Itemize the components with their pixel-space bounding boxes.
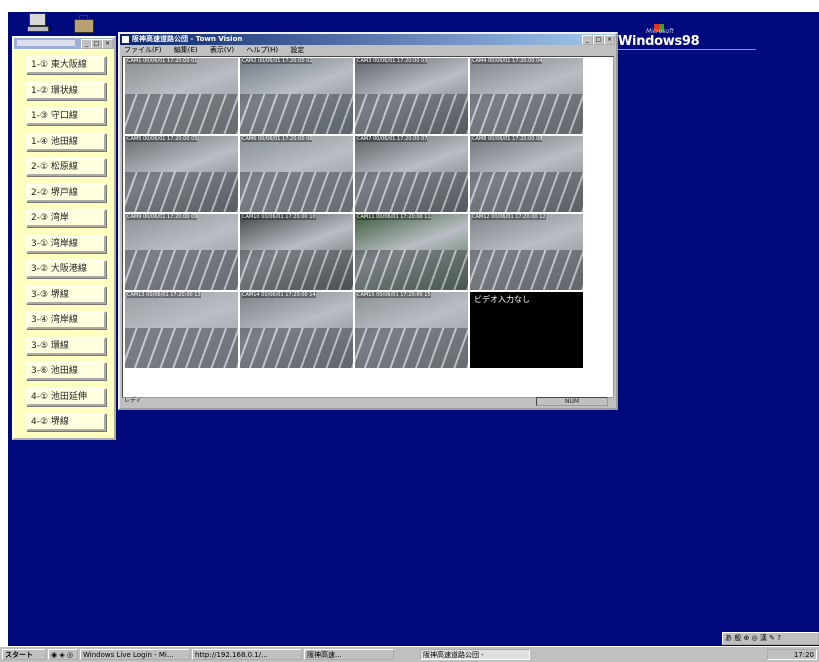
road-image	[355, 328, 468, 368]
camera-timestamp: CAM6 00/06/01 17:20:00 06	[242, 136, 313, 142]
briefcase-icon[interactable]	[72, 14, 94, 34]
road-image	[240, 172, 353, 212]
menubar: ファイル(F) 編集(E) 表示(V) ヘルプ(H) 設定	[120, 45, 616, 55]
camera-timestamp: CAM2 00/06/01 17:20:00 02	[242, 58, 313, 64]
camera-timestamp: CAM14 00/06/01 17:20:00 14	[242, 292, 316, 298]
route-button[interactable]: 3-② 大阪港線	[26, 260, 106, 278]
route-button[interactable]: 1-① 東大阪線	[26, 56, 106, 74]
route-button[interactable]: 2-③ 湾岸	[26, 209, 106, 227]
task-button-1[interactable]: Windows Live Login - Mi...	[80, 649, 190, 660]
road-image	[240, 250, 353, 290]
quick-launch[interactable]: ◉ ◈ ◎	[48, 649, 78, 660]
road-image	[240, 328, 353, 368]
route-button[interactable]: 4-② 堺線	[26, 413, 106, 431]
menu-help[interactable]: ヘルプ(H)	[246, 46, 278, 54]
road-image	[355, 172, 468, 212]
camera-feed[interactable]: CAM11 00/06/01 17:20:00 11	[355, 214, 468, 290]
app-icon	[122, 36, 129, 43]
viewer-title: 阪神高速道路公団 - Town Vision	[132, 35, 243, 43]
camera-feed[interactable]: CAM13 00/06/01 17:20:00 13	[125, 292, 238, 368]
road-image	[125, 250, 238, 290]
no-video-label: ビデオ入力なし	[474, 295, 530, 304]
camera-grid: CAM1 00/06/01 17:20:00 01 CAM2 00/06/01 1…	[122, 56, 614, 398]
road-image	[470, 94, 583, 134]
camera-timestamp: CAM13 00/06/01 17:20:00 13	[127, 292, 201, 298]
task-button-3[interactable]: 阪神高速...	[304, 649, 394, 660]
num-lock-indicator: NUM	[536, 397, 608, 406]
camera-timestamp: CAM9 00/06/01 17:20:00 09	[127, 214, 198, 220]
road-image	[355, 94, 468, 134]
road-image	[355, 250, 468, 290]
camera-timestamp: CAM4 00/06/01 17:20:00 04	[472, 58, 543, 64]
viewer-titlebar[interactable]: 阪神高速道路公団 - Town Vision _ □ ×	[120, 34, 616, 45]
windows98-logo: Microsoft Windows98	[616, 24, 756, 74]
camera-feed[interactable]: CAM2 00/06/01 17:20:00 02	[240, 58, 353, 134]
start-button[interactable]: スタート	[2, 649, 46, 660]
route-button[interactable]: 3-④ 湾岸線	[26, 311, 106, 329]
route-button[interactable]: 2-② 堺戸線	[26, 183, 106, 202]
camera-feed[interactable]: CAM12 00/06/01 17:20:00 12	[470, 214, 583, 290]
camera-timestamp: CAM11 00/06/01 17:20:00 11	[357, 214, 431, 220]
route-button[interactable]: 3-⑥ 池田線	[26, 362, 106, 380]
camera-feed[interactable]: CAM5 00/06/01 17:20:00 05	[125, 136, 238, 212]
windows98-label: Windows98	[618, 34, 700, 49]
camera-timestamp: CAM5 00/06/01 17:20:00 05	[127, 136, 198, 142]
close-button[interactable]: ×	[102, 39, 113, 49]
camera-feed[interactable]: CAM1 00/06/01 17:20:00 01	[125, 58, 238, 134]
camera-feed[interactable]: CAM10 00/06/01 17:20:00 10	[240, 214, 353, 290]
camera-feed[interactable]: CAM6 00/06/01 17:20:00 06	[240, 136, 353, 212]
camera-timestamp: CAM15 00/06/01 17:20:00 15	[357, 292, 431, 298]
camera-timestamp: CAM10 00/06/01 17:20:00 10	[242, 214, 316, 220]
route-button[interactable]: 1-④ 池田線	[26, 132, 106, 151]
route-button[interactable]: 3-③ 堺線	[26, 285, 106, 304]
viewer-close-button[interactable]: ×	[604, 35, 615, 45]
launcher-titlebar[interactable]: _ □ ×	[14, 38, 114, 49]
task-button-2[interactable]: http://192.168.0.1/...	[192, 649, 302, 660]
camera-no-video[interactable]: ビデオ入力なし	[470, 292, 583, 368]
menu-edit[interactable]: 編集(E)	[174, 46, 198, 54]
camera-feed[interactable]: CAM14 00/06/01 17:20:00 14	[240, 292, 353, 368]
camera-feed[interactable]: CAM15 00/06/01 17:20:00 15	[355, 292, 468, 368]
my-computer-icon[interactable]	[26, 12, 49, 32]
route-launcher-panel: _ □ × 1-① 東大阪線 1-② 環状線 1-③ 守口線 1-④ 池田線 2-① 松…	[12, 36, 116, 440]
viewer-minimize-button[interactable]: _	[582, 35, 593, 45]
camera-timestamp: CAM7 00/06/01 17:20:00 07	[357, 136, 428, 142]
maximize-button[interactable]: □	[91, 39, 102, 49]
viewer-maximize-button[interactable]: □	[593, 35, 604, 45]
road-image	[125, 328, 238, 368]
camera-timestamp: CAM3 00/06/01 17:20:00 03	[357, 58, 428, 64]
road-image	[125, 172, 238, 212]
camera-feed[interactable]: CAM8 00/06/01 17:20:00 08	[470, 136, 583, 212]
camera-timestamp: CAM8 00/06/01 17:20:00 08	[472, 136, 543, 142]
route-button[interactable]: 3-⑤ 環線	[26, 336, 106, 355]
task-button-4[interactable]: 阪神高速道路公団 -	[420, 649, 530, 660]
menu-settings[interactable]: 設定	[290, 46, 304, 54]
status-text: レディ	[124, 397, 142, 404]
road-image	[470, 172, 583, 212]
camera-timestamp: CAM1 00/06/01 17:20:00 01	[127, 58, 198, 64]
route-button[interactable]: 4-① 池田延伸	[26, 387, 106, 406]
road-image	[470, 250, 583, 290]
route-button[interactable]: 1-② 環状線	[26, 81, 106, 100]
ime-toolbar[interactable]: あ 般 ⊕ ◎ 漢 ✎ ?	[722, 632, 819, 645]
menu-view[interactable]: 表示(V)	[210, 46, 234, 54]
menu-file[interactable]: ファイル(F)	[124, 46, 162, 54]
camera-viewer-window: 阪神高速道路公団 - Town Vision _ □ × ファイル(F) 編集(…	[118, 32, 618, 410]
taskbar: スタート ◉ ◈ ◎ Windows Live Login - Mi... ht…	[0, 646, 819, 662]
road-image	[240, 94, 353, 134]
route-button[interactable]: 2-① 松原線	[26, 158, 106, 176]
route-button[interactable]: 3-① 湾岸線	[26, 234, 106, 253]
camera-feed[interactable]: CAM7 00/06/01 17:20:00 07	[355, 136, 468, 212]
route-button[interactable]: 1-③ 守口線	[26, 107, 106, 125]
system-tray[interactable]: 17:20	[767, 649, 817, 660]
desktop: Microsoft Windows98 _ □ × 1-① 東大阪線 1-② 環状…	[8, 12, 819, 646]
camera-timestamp: CAM12 00/06/01 17:20:00 12	[472, 214, 546, 220]
camera-feed[interactable]: CAM3 00/06/01 17:20:00 03	[355, 58, 468, 134]
launcher-title	[17, 40, 75, 46]
camera-feed[interactable]: CAM9 00/06/01 17:20:00 09	[125, 214, 238, 290]
statusbar: レディ NUM	[122, 396, 612, 406]
camera-feed[interactable]: CAM4 00/06/01 17:20:00 04	[470, 58, 583, 134]
road-image	[125, 94, 238, 134]
